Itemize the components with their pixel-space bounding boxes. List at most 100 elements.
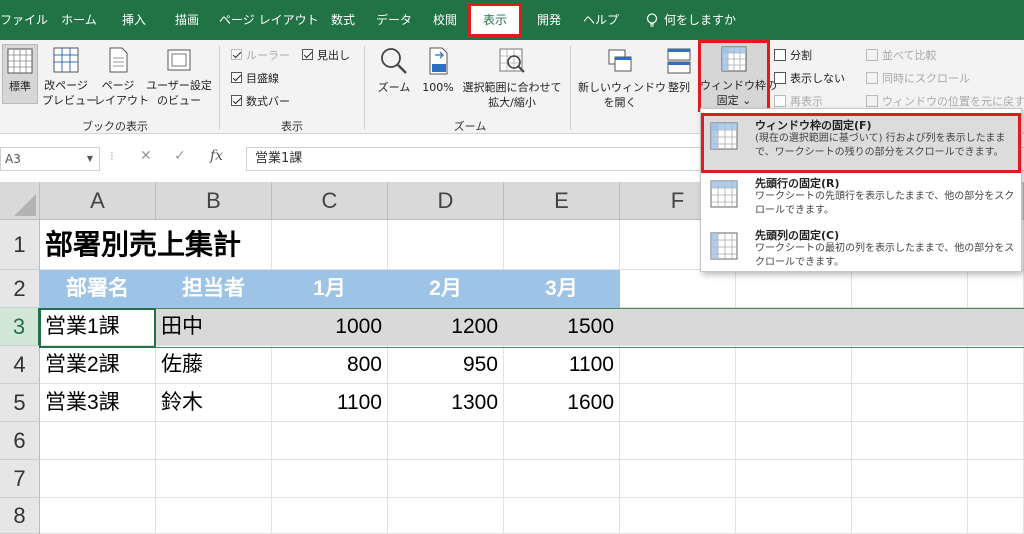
cell[interactable] bbox=[852, 270, 968, 308]
gridlines-checkbox[interactable]: 目盛線 bbox=[231, 71, 279, 87]
view-side-by-side-button[interactable]: 並べて比較 bbox=[866, 48, 937, 64]
tab-file[interactable]: ファイル bbox=[0, 0, 48, 40]
cell[interactable] bbox=[736, 422, 852, 460]
table-data-cell[interactable]: 1200 bbox=[388, 308, 504, 346]
cell[interactable] bbox=[156, 422, 272, 460]
cell[interactable] bbox=[272, 220, 388, 270]
table-data-cell[interactable]: 950 bbox=[388, 346, 504, 384]
column-header-b[interactable]: B bbox=[156, 182, 272, 220]
cell[interactable] bbox=[968, 308, 1024, 346]
cell[interactable] bbox=[156, 460, 272, 498]
zoom-100-button[interactable]: 100% bbox=[418, 44, 458, 95]
cell[interactable] bbox=[620, 308, 736, 346]
table-data-cell[interactable]: 1100 bbox=[504, 346, 620, 384]
arrange-all-button[interactable]: 整列 bbox=[664, 44, 694, 95]
zoom-to-selection-button[interactable]: 選択範囲に合わせて 拡大/縮小 bbox=[460, 44, 564, 110]
table-data-cell[interactable]: 1300 bbox=[388, 384, 504, 422]
table-data-cell[interactable]: 1500 bbox=[504, 308, 620, 346]
tab-developer[interactable]: 開発 bbox=[529, 0, 569, 40]
cell[interactable] bbox=[968, 384, 1024, 422]
table-header-cell[interactable]: 担当者 bbox=[156, 270, 272, 308]
column-header-c[interactable]: C bbox=[272, 182, 388, 220]
row-header-2[interactable]: 2 bbox=[0, 270, 40, 308]
name-box[interactable]: A3 ▼ bbox=[0, 147, 100, 171]
cell[interactable] bbox=[620, 498, 736, 534]
row-header-3[interactable]: 3 bbox=[0, 308, 40, 346]
row-header-8[interactable]: 8 bbox=[0, 498, 40, 534]
cell[interactable] bbox=[40, 422, 156, 460]
cell[interactable] bbox=[504, 460, 620, 498]
tab-page-layout[interactable]: ページ レイアウト bbox=[219, 0, 319, 40]
cell[interactable] bbox=[388, 498, 504, 534]
cell[interactable] bbox=[504, 498, 620, 534]
table-data-cell[interactable]: 1600 bbox=[504, 384, 620, 422]
tab-formulas[interactable]: 数式 bbox=[322, 0, 364, 40]
cell[interactable] bbox=[968, 270, 1024, 308]
synchronous-scrolling-button[interactable]: 同時にスクロール bbox=[866, 71, 970, 87]
cell[interactable] bbox=[620, 384, 736, 422]
cell[interactable] bbox=[736, 460, 852, 498]
cell[interactable] bbox=[736, 308, 852, 346]
formula-bar-checkbox[interactable]: 数式バー bbox=[231, 94, 290, 110]
headings-checkbox[interactable]: 見出し bbox=[302, 48, 350, 64]
tab-draw[interactable]: 描画 bbox=[165, 0, 209, 40]
table-data-cell[interactable]: 佐藤 bbox=[156, 346, 272, 384]
cell[interactable] bbox=[968, 460, 1024, 498]
table-header-cell[interactable]: 部署名 bbox=[40, 270, 156, 308]
cell[interactable] bbox=[388, 422, 504, 460]
cell[interactable] bbox=[968, 498, 1024, 534]
table-data-cell[interactable]: 営業2課 bbox=[40, 346, 156, 384]
cell[interactable] bbox=[620, 346, 736, 384]
tab-home[interactable]: ホーム bbox=[56, 0, 102, 40]
zoom-button[interactable]: ズーム bbox=[374, 44, 414, 95]
row-header-7[interactable]: 7 bbox=[0, 460, 40, 498]
tab-help[interactable]: ヘルプ bbox=[580, 0, 622, 40]
cell[interactable] bbox=[968, 346, 1024, 384]
table-header-cell[interactable]: 2月 bbox=[388, 270, 504, 308]
tab-data[interactable]: データ bbox=[372, 0, 416, 40]
column-header-a[interactable]: A bbox=[40, 182, 156, 220]
select-all-button[interactable] bbox=[0, 182, 40, 220]
table-data-cell[interactable]: 800 bbox=[272, 346, 388, 384]
cell[interactable] bbox=[736, 384, 852, 422]
hide-window-button[interactable]: 表示しない bbox=[774, 71, 845, 87]
split-button[interactable]: 分割 bbox=[774, 48, 812, 64]
ruler-checkbox[interactable]: ルーラー bbox=[231, 48, 290, 64]
table-data-cell[interactable]: 営業3課 bbox=[40, 384, 156, 422]
cell[interactable] bbox=[156, 220, 272, 270]
row-header-1[interactable]: 1 bbox=[0, 220, 40, 270]
tab-view[interactable]: 表示 bbox=[468, 3, 522, 37]
cell[interactable] bbox=[736, 346, 852, 384]
table-header-cell[interactable]: 1月 bbox=[272, 270, 388, 308]
cell[interactable] bbox=[504, 220, 620, 270]
cell[interactable] bbox=[388, 220, 504, 270]
new-window-button[interactable]: 新しいウィンドウ を開く bbox=[578, 44, 666, 110]
cell[interactable] bbox=[852, 346, 968, 384]
cell[interactable] bbox=[736, 498, 852, 534]
freeze-top-row-menu-item[interactable]: 先頭行の固定(R) ワークシートの先頭行を表示したままで、他の部分をスクロールで… bbox=[703, 173, 1019, 223]
sheet-title-cell[interactable]: 部署別売上集計 bbox=[40, 220, 241, 270]
insert-function-icon[interactable]: fx bbox=[210, 148, 223, 164]
row-header-4[interactable]: 4 bbox=[0, 346, 40, 384]
cell[interactable] bbox=[272, 498, 388, 534]
cell[interactable] bbox=[852, 460, 968, 498]
row-header-6[interactable]: 6 bbox=[0, 422, 40, 460]
cell[interactable] bbox=[620, 422, 736, 460]
cell[interactable] bbox=[272, 460, 388, 498]
tell-me-search[interactable]: 何をしますか bbox=[664, 0, 744, 40]
cell[interactable] bbox=[852, 384, 968, 422]
column-header-d[interactable]: D bbox=[388, 182, 504, 220]
table-data-cell[interactable]: 鈴木 bbox=[156, 384, 272, 422]
cell[interactable] bbox=[504, 422, 620, 460]
cell[interactable] bbox=[620, 270, 736, 308]
cell[interactable] bbox=[40, 498, 156, 534]
tab-insert[interactable]: 挿入 bbox=[112, 0, 156, 40]
cancel-icon[interactable]: ✕ bbox=[140, 148, 152, 164]
cell[interactable] bbox=[40, 460, 156, 498]
normal-view-button[interactable]: 標準 bbox=[2, 44, 38, 104]
tab-review[interactable]: 校閲 bbox=[423, 0, 467, 40]
cell[interactable] bbox=[968, 422, 1024, 460]
page-layout-button[interactable]: ページ レイアウト bbox=[94, 44, 149, 108]
table-data-cell[interactable]: 田中 bbox=[156, 308, 272, 346]
enter-check-icon[interactable]: ✓ bbox=[174, 148, 186, 164]
